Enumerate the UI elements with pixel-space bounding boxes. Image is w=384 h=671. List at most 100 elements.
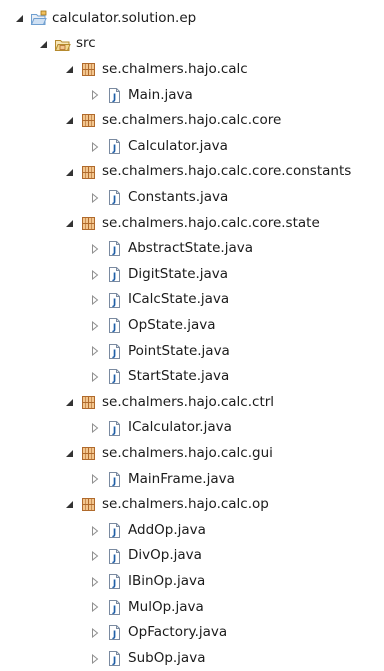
tree-item-java-file[interactable]: J SubOp.java <box>88 646 205 671</box>
tree-item-java-file[interactable]: J AbstractState.java <box>88 236 253 261</box>
svg-text:J: J <box>112 656 116 666</box>
expanded-arrow-icon[interactable] <box>62 63 76 77</box>
tree-item-src-folder[interactable]: src <box>36 32 96 57</box>
java-file-label: Main.java <box>128 86 193 103</box>
tree-item-java-file[interactable]: J DivOp.java <box>88 544 202 569</box>
svg-text:J: J <box>112 298 116 308</box>
collapsed-arrow-icon[interactable] <box>88 140 102 154</box>
expanded-arrow-icon[interactable] <box>12 12 26 26</box>
svg-text:J: J <box>112 195 116 205</box>
tree-item-java-file[interactable]: J OpFactory.java <box>88 620 227 645</box>
svg-text:J: J <box>112 605 116 615</box>
java-file-label: SubOp.java <box>128 649 206 666</box>
java-file-icon: J <box>106 471 123 488</box>
java-file-icon: J <box>106 317 123 334</box>
collapsed-arrow-icon[interactable] <box>88 344 102 358</box>
java-file-label: Constants.java <box>128 188 229 205</box>
collapsed-arrow-icon[interactable] <box>88 242 102 256</box>
collapsed-arrow-icon[interactable] <box>88 472 102 486</box>
expanded-arrow-icon[interactable] <box>62 498 76 512</box>
svg-text:J: J <box>112 477 116 487</box>
tree-item-project[interactable]: calculator.solution.ep <box>12 6 196 31</box>
java-file-icon: J <box>106 548 123 565</box>
collapsed-arrow-icon[interactable] <box>88 626 102 640</box>
collapsed-arrow-icon[interactable] <box>88 549 102 563</box>
java-file-label: IBinOp.java <box>128 572 206 589</box>
svg-text:J: J <box>112 630 116 640</box>
package-icon <box>80 394 97 411</box>
java-file-label: DigitState.java <box>128 265 229 282</box>
java-file-icon: J <box>106 522 123 539</box>
java-file-label: AbstractState.java <box>128 240 253 257</box>
expanded-arrow-icon[interactable] <box>62 165 76 179</box>
collapsed-arrow-icon[interactable] <box>88 268 102 282</box>
tree-item-java-file[interactable]: J DigitState.java <box>88 262 228 287</box>
svg-text:J: J <box>112 374 116 384</box>
collapsed-arrow-icon[interactable] <box>88 191 102 205</box>
expanded-arrow-icon[interactable] <box>62 447 76 461</box>
java-file-label: Calculator.java <box>128 137 228 154</box>
project-folder-icon <box>30 10 47 27</box>
svg-text:J: J <box>112 554 116 564</box>
tree-item-java-file[interactable]: J IBinOp.java <box>88 569 205 594</box>
tree-item-java-file[interactable]: J OpState.java <box>88 313 216 338</box>
tree-item-package[interactable]: se.chalmers.hajo.calc <box>62 57 248 82</box>
java-file-label: OpFactory.java <box>128 624 228 641</box>
tree-item-java-file[interactable]: J ICalcState.java <box>88 288 229 313</box>
package-label: se.chalmers.hajo.calc.core.constants <box>102 163 352 180</box>
package-label: se.chalmers.hajo.calc.gui <box>102 444 273 461</box>
tree-item-package[interactable]: se.chalmers.hajo.calc.core <box>62 108 281 133</box>
java-file-icon: J <box>106 240 123 257</box>
collapsed-arrow-icon[interactable] <box>88 293 102 307</box>
package-label: se.chalmers.hajo.calc.core.state <box>102 214 320 231</box>
collapsed-arrow-icon[interactable] <box>88 421 102 435</box>
tree-item-package[interactable]: se.chalmers.hajo.calc.core.constants <box>62 160 351 185</box>
tree-item-java-file[interactable]: J StartState.java <box>88 364 229 389</box>
package-label: se.chalmers.hajo.calc.op <box>102 496 269 513</box>
svg-text:J: J <box>112 144 116 154</box>
tree-item-java-file[interactable]: J AddOp.java <box>88 518 206 543</box>
source-folder-label: src <box>76 35 96 52</box>
svg-text:J: J <box>112 93 116 103</box>
tree-item-package[interactable]: se.chalmers.hajo.calc.ctrl <box>62 390 274 415</box>
java-file-label: AddOp.java <box>128 521 206 538</box>
tree-item-package[interactable]: se.chalmers.hajo.calc.core.state <box>62 211 320 236</box>
tree-item-java-file[interactable]: J ICalculator.java <box>88 416 232 441</box>
java-file-icon: J <box>106 599 123 616</box>
tree-item-java-file[interactable]: J Constants.java <box>88 185 228 210</box>
java-file-label: OpState.java <box>128 316 216 333</box>
collapsed-arrow-icon[interactable] <box>88 370 102 384</box>
java-file-label: ICalcState.java <box>128 291 230 308</box>
package-icon <box>80 61 97 78</box>
tree-item-java-file[interactable]: J Main.java <box>88 83 193 108</box>
expanded-arrow-icon[interactable] <box>62 216 76 230</box>
java-file-icon: J <box>106 189 123 206</box>
tree-item-java-file[interactable]: J MulOp.java <box>88 595 204 620</box>
expanded-arrow-icon[interactable] <box>36 37 50 51</box>
expanded-arrow-icon[interactable] <box>62 396 76 410</box>
svg-text:J: J <box>112 349 116 359</box>
collapsed-arrow-icon[interactable] <box>88 88 102 102</box>
java-file-icon: J <box>106 87 123 104</box>
collapsed-arrow-icon[interactable] <box>88 524 102 538</box>
tree-item-java-file[interactable]: J PointState.java <box>88 339 230 364</box>
package-icon <box>80 215 97 232</box>
java-file-label: MulOp.java <box>128 598 204 615</box>
package-label: se.chalmers.hajo.calc.core <box>102 112 282 129</box>
tree-item-java-file[interactable]: J MainFrame.java <box>88 467 235 492</box>
tree-item-package[interactable]: se.chalmers.hajo.calc.op <box>62 492 269 517</box>
java-file-icon: J <box>106 368 123 385</box>
collapsed-arrow-icon[interactable] <box>88 319 102 333</box>
collapsed-arrow-icon[interactable] <box>88 575 102 589</box>
collapsed-arrow-icon[interactable] <box>88 652 102 666</box>
collapsed-arrow-icon[interactable] <box>88 600 102 614</box>
expanded-arrow-icon[interactable] <box>62 114 76 128</box>
java-file-icon: J <box>106 138 123 155</box>
svg-text:J: J <box>112 528 116 538</box>
svg-text:J: J <box>112 246 116 256</box>
source-folder-icon <box>54 36 71 53</box>
java-file-label: MainFrame.java <box>128 470 235 487</box>
tree-item-package[interactable]: se.chalmers.hajo.calc.gui <box>62 441 273 466</box>
tree-item-java-file[interactable]: J Calculator.java <box>88 134 228 159</box>
svg-text:J: J <box>112 579 116 589</box>
